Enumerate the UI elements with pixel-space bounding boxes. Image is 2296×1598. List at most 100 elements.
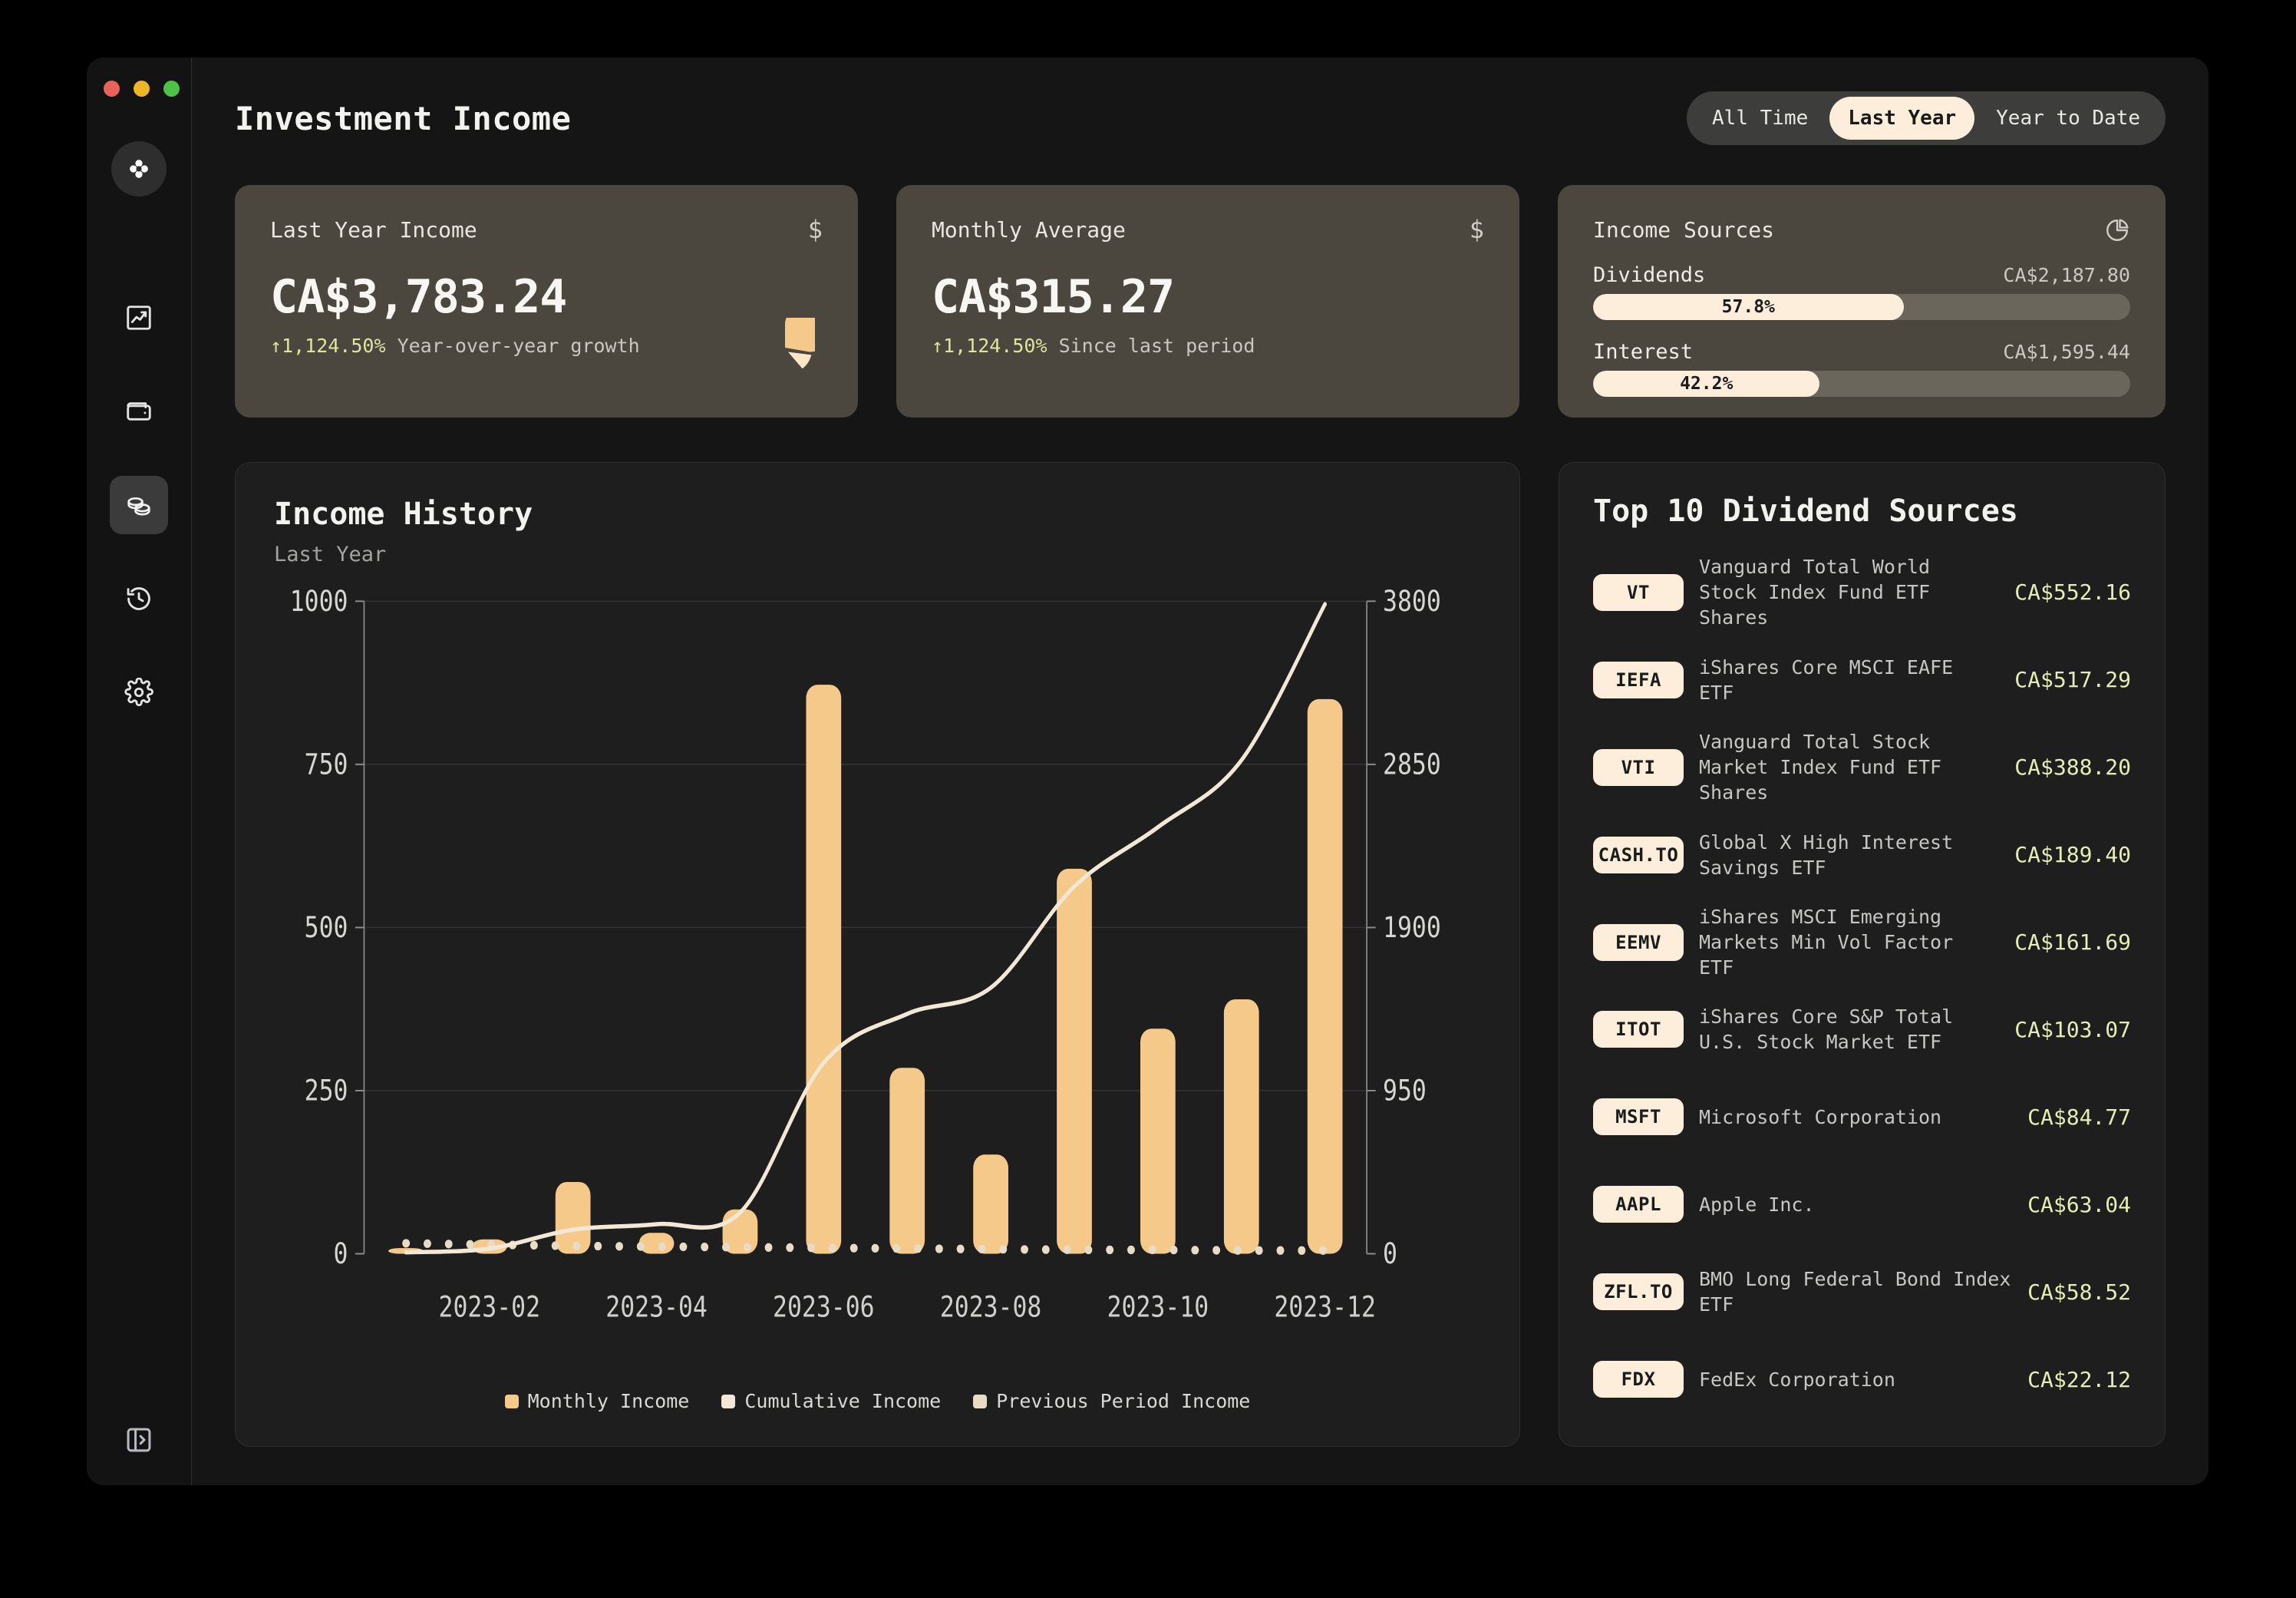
- security-name: Microsoft Corporation: [1699, 1105, 1942, 1128]
- wallet-icon: [127, 402, 151, 421]
- stat-delta-caption: Year-over-year growth: [397, 335, 640, 357]
- sidebar-collapse-button[interactable]: [87, 1425, 191, 1454]
- svg-text:2023-10: 2023-10: [1107, 1291, 1209, 1324]
- stat-value: CA$3,783.24: [270, 270, 567, 324]
- bottom-row: Income History Last Year 0 250 500 750 1000 0…: [235, 462, 2166, 1485]
- sidebar-item-performance[interactable]: [110, 289, 168, 347]
- panel-title: Income History: [274, 497, 533, 532]
- chart-svg: 0 250 500 750 1000 0 950 1900 2850 3800 2023-02 202…: [290, 585, 1441, 1324]
- legend-item-previous-period-income: Previous Period Income: [973, 1390, 1250, 1412]
- svg-text:0: 0: [1383, 1237, 1397, 1270]
- source-amount: CA$2,187.80: [2003, 264, 2130, 286]
- sidebar-item-income[interactable]: [110, 476, 168, 534]
- window-controls: [104, 81, 180, 97]
- panel-title: Top 10 Dividend Sources: [1593, 494, 2018, 529]
- legend-label: Previous Period Income: [996, 1390, 1251, 1412]
- range-option-last-year[interactable]: Last Year: [1829, 97, 1975, 140]
- app-logo[interactable]: [111, 141, 167, 196]
- dividend-list-item[interactable]: FDX FedEx Corporation CA$22.12: [1593, 1336, 2131, 1423]
- source-progress-track: 42.2%: [1593, 371, 2130, 397]
- svg-text:3800: 3800: [1383, 588, 1441, 618]
- dividend-list-item[interactable]: CASH.TO Global X High Interest Savings ET…: [1593, 811, 2131, 899]
- maximize-button[interactable]: [163, 81, 180, 97]
- dividend-list-item[interactable]: ZFL.TO BMO Long Federal Bond Index ETF CA$…: [1593, 1248, 2131, 1336]
- security-name: Global X High Interest Savings ETF: [1699, 830, 1954, 879]
- chart-legend: Monthly Income Cumulative Income Previou…: [274, 1390, 1481, 1420]
- sidebar-item-settings[interactable]: [110, 663, 168, 721]
- stat-value: CA$315.27: [932, 270, 1175, 324]
- gear-icon: [124, 678, 153, 706]
- stat-cards-row: Last Year Income $ CA$3,783.24 ↑1,124.50…: [235, 185, 2166, 418]
- time-range-switch[interactable]: All Time Last Year Year to Date: [1687, 91, 2166, 145]
- top-dividend-sources-panel: Top 10 Dividend Sources VT Vanguard Total…: [1559, 462, 2166, 1447]
- clover-logo-icon: [130, 160, 148, 178]
- legend-swatch: [721, 1394, 736, 1408]
- close-button[interactable]: [104, 81, 120, 97]
- ticker-badge: VTI: [1593, 748, 1684, 786]
- svg-text:2023-04: 2023-04: [605, 1291, 708, 1324]
- stat-card-last-year-income: Last Year Income $ CA$3,783.24 ↑1,124.50…: [235, 185, 858, 418]
- dividend-amount: CA$189.40: [2014, 842, 2131, 868]
- dividend-list-item[interactable]: AAPL Apple Inc. CA$63.04: [1593, 1161, 2131, 1248]
- dividend-amount: CA$517.29: [2014, 667, 2131, 693]
- security-name: iShares Core S&P Total U.S. Stock Market…: [1699, 1005, 1954, 1054]
- stat-label: Monthly Average: [932, 217, 1126, 243]
- stat-card-monthly-average: Monthly Average $ CA$315.27 ↑1,124.50% S…: [896, 185, 1519, 418]
- svg-text:2023-08: 2023-08: [940, 1291, 1042, 1324]
- security-name: iShares MSCI Emerging Markets Min Vol Fa…: [1699, 906, 1954, 979]
- svg-text:1900: 1900: [1383, 911, 1441, 944]
- dividend-amount: CA$58.52: [2027, 1279, 2131, 1305]
- panel-expand-icon: [127, 1428, 151, 1452]
- dollar-sign-icon: $: [807, 215, 823, 244]
- chart-trending-up-icon: [127, 305, 151, 330]
- source-progress-fill: 42.2%: [1593, 371, 1820, 397]
- topbar: Investment Income All Time Last Year Yea…: [235, 91, 2166, 145]
- source-amount: CA$1,595.44: [2003, 341, 2130, 363]
- legend-swatch: [973, 1394, 988, 1408]
- app-window: Investment Income All Time Last Year Yea…: [87, 58, 2209, 1485]
- sidebar-item-accounts[interactable]: [110, 382, 168, 441]
- svg-text:750: 750: [305, 748, 348, 781]
- dividend-list-item[interactable]: VT Vanguard Total World Stock Index Fund …: [1593, 549, 2131, 636]
- security-name: Vanguard Total World Stock Index Fund ET…: [1699, 556, 1931, 629]
- stat-delta: ↑1,124.50%: [270, 335, 386, 357]
- panel-subtitle: Last Year: [274, 543, 387, 566]
- dividend-list-item[interactable]: EEMV iShares MSCI Emerging Markets Min Vo…: [1593, 899, 2131, 986]
- history-clock-icon: [127, 587, 150, 610]
- stat-delta: ↑1,124.50%: [932, 335, 1047, 357]
- range-option-all-time[interactable]: All Time: [1694, 97, 1826, 140]
- legend-item-monthly-income: Monthly Income: [504, 1390, 689, 1412]
- svg-text:950: 950: [1383, 1075, 1427, 1108]
- svg-text:1000: 1000: [290, 588, 348, 618]
- security-name: iShares Core MSCI EAFE ETF: [1699, 655, 1954, 704]
- svg-text:2023-02: 2023-02: [439, 1291, 541, 1324]
- dividend-list-item[interactable]: ITOT iShares Core S&P Total U.S. Stock Ma…: [1593, 986, 2131, 1074]
- dividend-amount: CA$63.04: [2027, 1191, 2131, 1217]
- legend-label: Cumulative Income: [744, 1390, 942, 1412]
- dividend-amount: CA$552.16: [2014, 579, 2131, 606]
- dividend-amount: CA$388.20: [2014, 754, 2131, 781]
- sidebar: [87, 58, 192, 1485]
- source-progress-fill: 57.8%: [1593, 294, 1904, 320]
- dollar-sign-icon: $: [1469, 215, 1484, 244]
- income-history-chart[interactable]: 0 250 500 750 1000 0 950 1900 2850 3800 2023-02 202…: [274, 585, 1481, 1387]
- dividend-list-item[interactable]: VTI Vanguard Total Stock Market Index Fun…: [1593, 724, 2131, 811]
- security-name: FedEx Corporation: [1699, 1368, 1895, 1391]
- svg-text:2023-06: 2023-06: [773, 1291, 875, 1324]
- minimize-button[interactable]: [134, 81, 150, 97]
- svg-text:250: 250: [305, 1075, 348, 1108]
- range-option-year-to-date[interactable]: Year to Date: [1978, 97, 2159, 140]
- income-source-row-interest: Interest CA$1,595.44 42.2%: [1593, 340, 2130, 397]
- svg-text:500: 500: [305, 911, 348, 944]
- source-name: Interest: [1593, 340, 1694, 364]
- dividend-list-item[interactable]: MSFT Microsoft Corporation CA$84.77: [1593, 1073, 2131, 1161]
- dividend-list-item[interactable]: IEFA iShares Core MSCI EAFE ETF CA$517.29: [1593, 636, 2131, 724]
- legend-item-cumulative-income: Cumulative Income: [721, 1390, 941, 1412]
- stat-delta-caption: Since last period: [1058, 335, 1255, 357]
- main-content: Investment Income All Time Last Year Yea…: [192, 58, 2209, 1485]
- security-name: BMO Long Federal Bond Index ETF: [1699, 1268, 2011, 1316]
- sidebar-item-history[interactable]: [110, 570, 168, 628]
- income-history-panel: Income History Last Year 0 250 500 750 1000 0…: [235, 462, 1520, 1447]
- ticker-badge: ZFL.TO: [1593, 1273, 1684, 1311]
- page-title: Investment Income: [235, 99, 572, 137]
